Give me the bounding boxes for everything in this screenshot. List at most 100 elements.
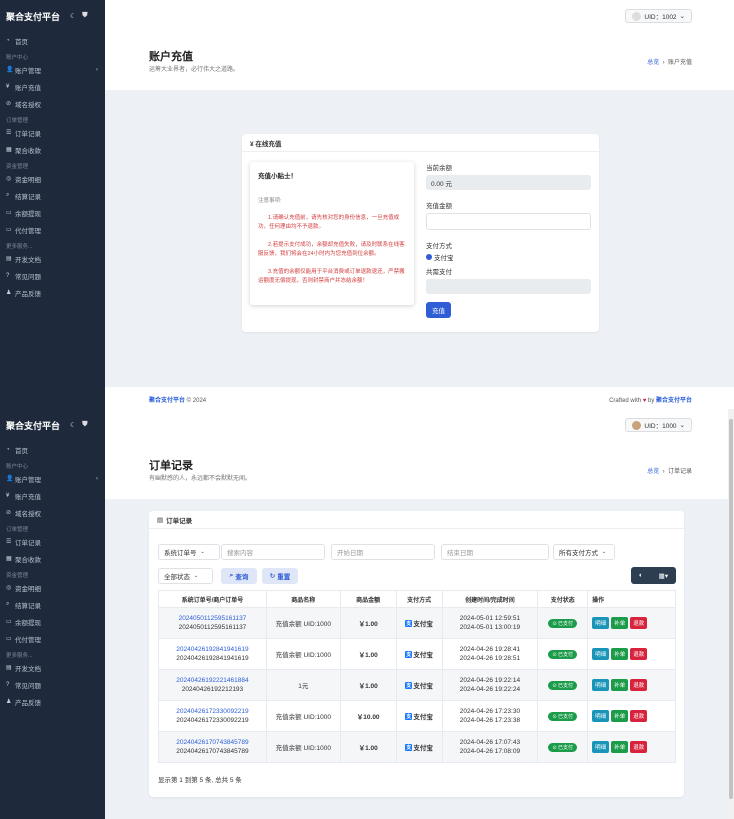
sidebar-item-order-records[interactable]: ☰ 订单记录 xyxy=(0,124,105,141)
recharge-button[interactable]: 充值 xyxy=(426,302,451,318)
sidebar-item-account-recharge[interactable]: ¥ 账户充值 xyxy=(0,78,105,95)
detail-button[interactable]: 明细 xyxy=(592,710,610,722)
reissue-button[interactable]: 补单 xyxy=(611,648,629,660)
user-dropdown[interactable]: UID：1000 ⌄ xyxy=(625,418,692,432)
moon-icon[interactable]: ☾ xyxy=(70,12,76,20)
sidebar: 聚合支付平台 ☾ ⛊ ◔ 首页 账户中心 👤 账户管理 ‹ ¥ 账户充值 ⊘ 域名授权 订单管… xyxy=(0,0,105,409)
brand[interactable]: 聚合支付平台 ☾ ⛊ xyxy=(0,0,105,32)
cell-amount: ￥10.00 xyxy=(339,700,397,732)
sidebar-item-balance-withdraw[interactable]: ▭ 余额提现 xyxy=(0,204,105,221)
columns-icon[interactable]: ▦▾ xyxy=(659,572,668,580)
sidebar-item-faq[interactable]: ? 常见问题 xyxy=(0,267,105,284)
pay-method-radio[interactable]: 支付宝 xyxy=(426,252,591,262)
detail-button[interactable]: 明细 xyxy=(592,679,610,691)
sidebar-item-funds-detail[interactable]: ◎ 资金明细 xyxy=(0,170,105,187)
recharge-tips: 充值小贴士！ 注意事项: 1.请确认充值前，请先核对您的身份信息，一旦充值成功，… xyxy=(250,162,414,305)
sidebar-item-dev-docs[interactable]: ▤ 开发文档 xyxy=(0,659,105,676)
breadcrumb-home[interactable]: 总览 xyxy=(647,60,659,66)
reissue-button[interactable]: 补单 xyxy=(611,617,629,629)
sys-order-link[interactable]: 20240426172330092219 xyxy=(159,707,266,716)
detail-button[interactable]: 明细 xyxy=(592,648,610,660)
query-button[interactable]: ⌕ 查询 xyxy=(221,568,257,584)
created-time: 2024-04-26 17:07:43 xyxy=(459,738,521,746)
status-select[interactable]: 全部状态 ⌄ xyxy=(158,568,213,584)
reset-button[interactable]: ↻ 重置 xyxy=(262,568,298,584)
search-input[interactable]: 搜索内容 xyxy=(221,544,325,560)
col-time[interactable]: 创建时间/完成时间 xyxy=(441,590,539,608)
sidebar-item-account-recharge[interactable]: ¥ 账户充值 xyxy=(0,487,105,504)
col-order-no[interactable]: 系统订单号/商户订单号 xyxy=(158,590,267,608)
section-account: 账户中心 xyxy=(6,55,29,61)
sidebar-item-balance-withdraw[interactable]: ▭ 余额提现 xyxy=(0,613,105,630)
col-product[interactable]: 商品名称 xyxy=(265,590,341,608)
list-icon: ☰ xyxy=(6,539,12,545)
sys-order-link[interactable]: 2024050112595161137 xyxy=(159,614,266,623)
sidebar-item-domain-auth[interactable]: ⊘ 域名授权 xyxy=(0,95,105,112)
col-amount[interactable]: 商品金额 xyxy=(339,590,397,608)
recharge-card: ¥ 在线充值 充值小贴士！ 注意事项: 1.请确认充值前，请先核对您的身份信息，… xyxy=(242,134,599,332)
footer-brand[interactable]: 聚合支付平台 xyxy=(149,398,185,404)
refund-button[interactable]: 退款 xyxy=(630,679,648,691)
radio-checked-icon[interactable] xyxy=(426,254,432,260)
moon-icon[interactable]: ☾ xyxy=(70,421,76,429)
refund-button[interactable]: 退款 xyxy=(630,710,648,722)
scrollbar-thumb[interactable] xyxy=(729,419,733,799)
sidebar-item-agent-manage[interactable]: ▭ 代付管理 xyxy=(0,630,105,647)
amount-input[interactable] xyxy=(426,213,591,230)
scrollbar[interactable] xyxy=(728,409,734,819)
end-date-input[interactable]: 结束日期 xyxy=(441,544,549,560)
cell-time: 2024-04-26 17:07:43 2024-04-26 17:08:09 xyxy=(441,731,539,763)
sidebar-item-settle-records[interactable]: ⌕ 结算记录 xyxy=(0,187,105,204)
start-date-input[interactable]: 开始日期 xyxy=(331,544,435,560)
order-type-select[interactable]: 系统订单号 ⌄ xyxy=(158,544,220,560)
detail-button[interactable]: 明细 xyxy=(592,741,610,753)
sidebar-item-agg-collect[interactable]: ▦ 聚合收款 xyxy=(0,141,105,158)
sidebar-item-order-records[interactable]: ☰ 订单记录 xyxy=(0,533,105,550)
mch-order-no: 2024050112595161137 xyxy=(178,624,247,631)
brand[interactable]: 聚合支付平台 ☾ ⛊ xyxy=(0,409,105,441)
footer-brand-link[interactable]: 聚合支付平台 xyxy=(656,398,692,404)
sidebar-item-dev-docs[interactable]: ▤ 开发文档 xyxy=(0,250,105,267)
shield-icon[interactable]: ⛊ xyxy=(82,12,87,20)
sidebar-item-settle-records[interactable]: ⌕ 结算记录 xyxy=(0,596,105,613)
sys-order-link[interactable]: 20240426192221461884 xyxy=(159,676,266,685)
refund-button[interactable]: 退款 xyxy=(630,741,648,753)
tips-note: 注意事项: xyxy=(258,198,282,204)
user-dropdown[interactable]: UID：1002 ⌄ xyxy=(625,9,692,23)
breadcrumb-home[interactable]: 总览 xyxy=(647,469,659,475)
refund-button[interactable]: 退款 xyxy=(630,617,648,629)
created-time: 2024-04-26 17:23:30 xyxy=(459,707,521,715)
reissue-button[interactable]: 补单 xyxy=(611,741,629,753)
reissue-button[interactable]: 补单 xyxy=(611,710,629,722)
wallet-icon: ▭ xyxy=(6,619,12,625)
toggle-icon[interactable]: ◐ xyxy=(639,572,643,579)
cell-amount: ￥1.00 xyxy=(339,669,397,701)
card-title: ▤ 订单记录 xyxy=(149,511,684,529)
status-badge: ⊙ 已支付 xyxy=(548,618,578,628)
sidebar-item-agg-collect[interactable]: ▦ 聚合收款 xyxy=(0,550,105,567)
sidebar-item-agent-manage[interactable]: ▭ 代付管理 xyxy=(0,221,105,238)
sys-order-link[interactable]: 20240426170743845789 xyxy=(159,738,266,747)
shield-icon[interactable]: ⛊ xyxy=(82,421,87,429)
col-status[interactable]: 支付状态 xyxy=(537,590,589,608)
sidebar-item-domain-auth[interactable]: ⊘ 域名授权 xyxy=(0,504,105,521)
sidebar-item-funds-detail[interactable]: ◎ 资金明细 xyxy=(0,579,105,596)
cell-pay-type: 支支付宝 xyxy=(395,700,443,732)
sidebar-item-account-manage[interactable]: 👤 账户管理 ‹ xyxy=(0,470,105,487)
avatar xyxy=(632,11,642,21)
cell-status: ⊙ 已支付 xyxy=(537,638,589,670)
sys-order-link[interactable]: 20240426192841941619 xyxy=(159,645,266,654)
col-pay-type[interactable]: 支付方式 xyxy=(395,590,443,608)
sidebar-item-home[interactable]: ◔ 首页 xyxy=(0,441,105,458)
sidebar-item-home[interactable]: ◔ 首页 xyxy=(0,32,105,49)
sidebar-item-account-manage[interactable]: 👤 账户管理 ‹ xyxy=(0,61,105,78)
sidebar-item-feedback[interactable]: ♟ 产品反馈 xyxy=(0,284,105,301)
table-row: 20240426170743845789 20240426170743845789… xyxy=(158,731,676,763)
reissue-button[interactable]: 补单 xyxy=(611,679,629,691)
status-badge: ⊙ 已支付 xyxy=(548,742,578,752)
sidebar-item-feedback[interactable]: ♟ 产品反馈 xyxy=(0,693,105,710)
refund-button[interactable]: 退款 xyxy=(630,648,648,660)
sidebar-item-faq[interactable]: ? 常见问题 xyxy=(0,676,105,693)
pay-type-select[interactable]: 所有支付方式 ⌄ xyxy=(553,544,615,560)
detail-button[interactable]: 明细 xyxy=(592,617,610,629)
